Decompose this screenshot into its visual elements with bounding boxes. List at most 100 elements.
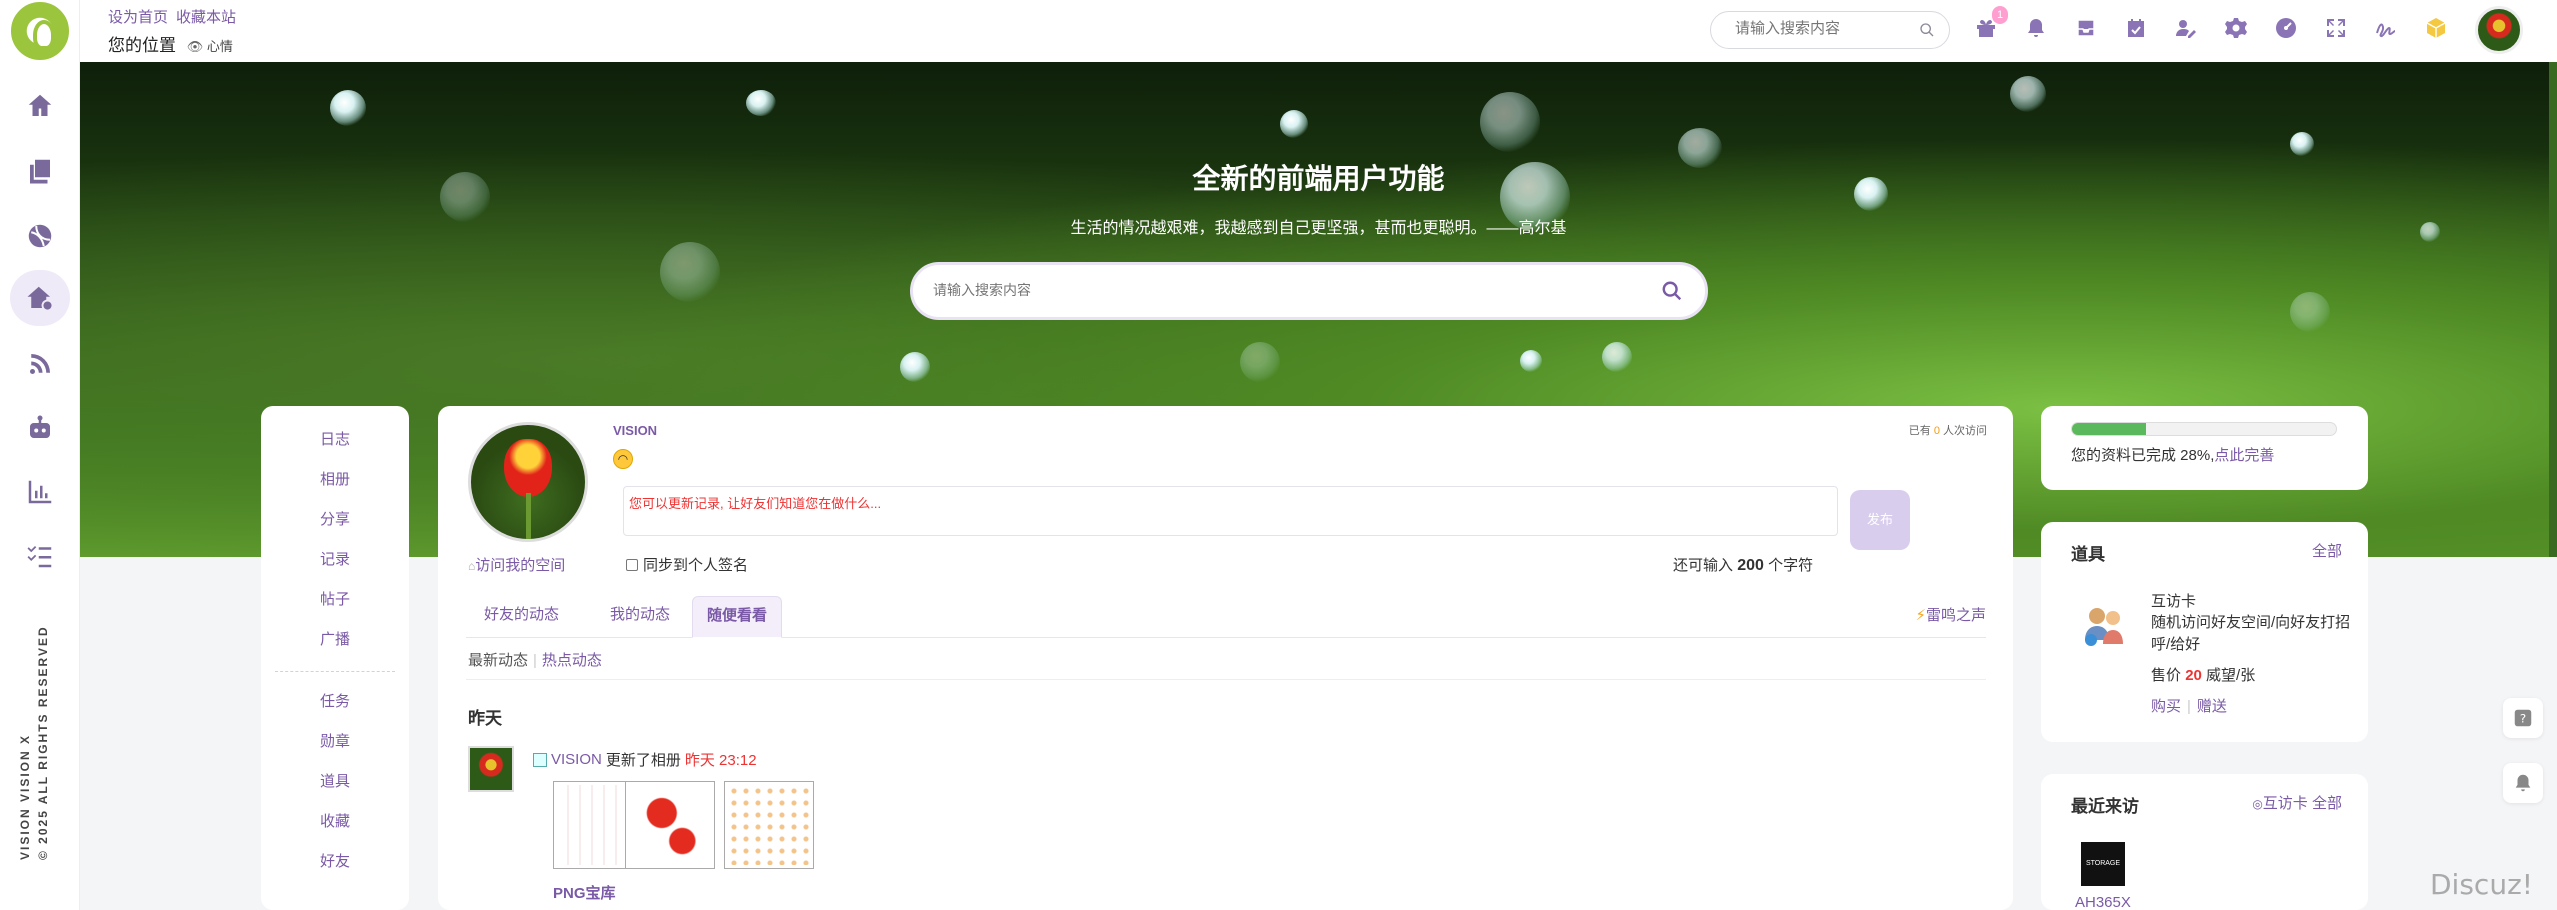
feed-icon[interactable]	[10, 336, 70, 392]
visit-space-link[interactable]: ⌂访问我的空间	[468, 554, 565, 575]
eye-icon: 👁	[186, 39, 204, 54]
menu-item-share[interactable]: 分享	[261, 508, 409, 529]
feed-entry: VISION 更新了相册 昨天 23:12	[533, 749, 757, 770]
fullscreen-icon[interactable]	[2320, 12, 2352, 44]
tab-browse[interactable]: 随便看看	[692, 596, 783, 638]
tool-name: 互访卡	[2151, 593, 2197, 610]
location-label: 您的位置	[108, 36, 176, 55]
menu-item-posts[interactable]: 帖子	[261, 588, 409, 609]
tab-friends-feed[interactable]: 好友的动态	[470, 596, 573, 638]
notification-badge: 1	[1992, 6, 2008, 24]
complete-profile-link[interactable]: 点此完善	[2214, 447, 2274, 464]
user-avatar[interactable]	[2475, 6, 2523, 54]
profile-progress-card: 您的资料已完成 28%,点此完善	[2041, 406, 2368, 490]
menu-item-medals[interactable]: 勋章	[261, 730, 409, 751]
mood-emoji-icon[interactable]: ◠	[613, 449, 633, 469]
banner-title: 全新的前端用户功能	[1192, 163, 1445, 194]
menu-item-broadcast[interactable]: 广播	[261, 628, 409, 649]
sync-checkbox[interactable]	[626, 558, 638, 571]
set-home-link[interactable]: 设为首页	[108, 9, 168, 26]
tool-description: 随机访问好友空间/向好友打招呼/给好	[2151, 614, 2351, 653]
visit-count: 已有 0 人次访问	[1908, 425, 1987, 437]
home-icon[interactable]	[10, 78, 70, 134]
visit-card-small-icon: ◎	[2252, 797, 2263, 811]
stats-icon[interactable]	[10, 464, 70, 520]
home-space-icon[interactable]	[10, 270, 70, 326]
profile-progress-text: 您的资料已完成 28%,点此完善	[2071, 447, 2275, 464]
bell-icon[interactable]	[2020, 12, 2052, 44]
main-panel: ⌂访问我的空间 VISION ◠ 已有 0 人次访问 您可以更新记录, 让好友们…	[438, 406, 2013, 910]
visitor-name[interactable]: AH365X	[2075, 894, 2131, 910]
subtab-hot[interactable]: 热点动态	[542, 652, 602, 669]
bolt-icon: ⚡	[1915, 607, 1926, 624]
banner-search-input[interactable]	[933, 282, 1573, 298]
profile-username[interactable]: VISION	[613, 423, 657, 438]
char-remaining: 还可输入 200 个字符	[1673, 557, 1814, 574]
recent-all-link[interactable]: 全部	[2312, 795, 2342, 812]
copyright: VISION VISION X © 2025 ALL RIGHTS RESERV…	[18, 625, 50, 860]
page-scrollbar[interactable]	[2549, 62, 2557, 557]
feed-day-heading: 昨天	[468, 709, 502, 728]
album-thumbnail[interactable]	[625, 781, 715, 869]
feed-subtabs: 最新动态 | 热点动态	[468, 652, 602, 669]
status-input[interactable]: 您可以更新记录, 让好友们知道您在做什么...	[623, 486, 1838, 536]
feed-user-avatar[interactable]	[468, 746, 514, 792]
menu-item-friends[interactable]: 好友	[261, 850, 409, 871]
menu-divider	[275, 671, 395, 672]
tab-my-feed[interactable]: 我的动态	[596, 596, 684, 638]
feed-user-link[interactable]: VISION	[551, 751, 602, 768]
sign-icon[interactable]	[2370, 12, 2402, 44]
discuz-watermark: Discuz!	[2430, 868, 2533, 901]
menu-item-album[interactable]: 相册	[261, 468, 409, 489]
bell-float-icon[interactable]	[2503, 763, 2543, 803]
help-icon[interactable]: ?	[2503, 698, 2543, 738]
menu-item-record[interactable]: 记录	[261, 548, 409, 569]
robot-icon[interactable]	[10, 400, 70, 456]
visit-card-link[interactable]: 互访卡	[2263, 795, 2308, 812]
location-sub[interactable]: 心情	[207, 39, 233, 54]
site-logo[interactable]	[11, 2, 69, 60]
search-icon[interactable]	[1919, 22, 1935, 38]
user-edit-icon[interactable]	[2170, 12, 2202, 44]
album-thumbnail[interactable]	[724, 781, 814, 869]
cube-icon[interactable]	[2420, 12, 2452, 44]
svg-text:?: ?	[2520, 712, 2526, 726]
header-search[interactable]	[1710, 11, 1950, 49]
menu-item-blog[interactable]: 日志	[261, 428, 409, 449]
profile-progress-bar	[2071, 422, 2337, 436]
visitor-avatar[interactable]: STORAGE	[2081, 842, 2125, 886]
tool-price: 售价 20 威望/张	[2151, 667, 2256, 684]
top-bar: 设为首页收藏本站 您的位置 👁 心情 1	[80, 0, 2557, 62]
feed-action: 更新了相册	[605, 752, 681, 769]
publish-button[interactable]: 发布	[1850, 490, 1910, 550]
recent-title: 最近来访	[2071, 797, 2139, 816]
feed-time: 昨天 23:12	[684, 752, 757, 769]
menu-item-favorites[interactable]: 收藏	[261, 810, 409, 831]
calendar-icon[interactable]	[2120, 12, 2152, 44]
thunder-link[interactable]: ⚡雷鸣之声	[1915, 604, 1986, 625]
community-icon[interactable]	[10, 208, 70, 264]
tools-all-link[interactable]: 全部	[2312, 540, 2342, 561]
pages-icon[interactable]	[10, 143, 70, 199]
dashboard-icon[interactable]	[2270, 12, 2302, 44]
album-name[interactable]: PNG宝库	[553, 882, 616, 903]
breadcrumb: 您的位置 👁 心情	[108, 31, 233, 56]
tool-actions: 购买 | 赠送	[2151, 698, 2227, 715]
banner-search[interactable]	[910, 262, 1708, 320]
tasks-icon[interactable]	[10, 528, 70, 584]
subtab-latest[interactable]: 最新动态	[468, 652, 528, 669]
search-icon[interactable]	[1661, 280, 1683, 302]
buy-link[interactable]: 购买	[2151, 698, 2181, 715]
visit-card-icon	[2085, 608, 2123, 646]
gift-icon[interactable]: 1	[1970, 6, 2008, 44]
album-icon	[533, 752, 547, 767]
gift-link[interactable]: 赠送	[2197, 698, 2227, 715]
bookmark-link[interactable]: 收藏本站	[176, 9, 236, 26]
menu-item-tasks[interactable]: 任务	[261, 690, 409, 711]
gear-icon[interactable]	[2220, 12, 2252, 44]
menu-item-tools[interactable]: 道具	[261, 770, 409, 791]
sync-signature[interactable]: 同步到个人签名	[626, 554, 748, 575]
header-search-input[interactable]	[1735, 20, 1915, 37]
inbox-icon[interactable]	[2070, 12, 2102, 44]
profile-avatar[interactable]	[468, 422, 588, 542]
